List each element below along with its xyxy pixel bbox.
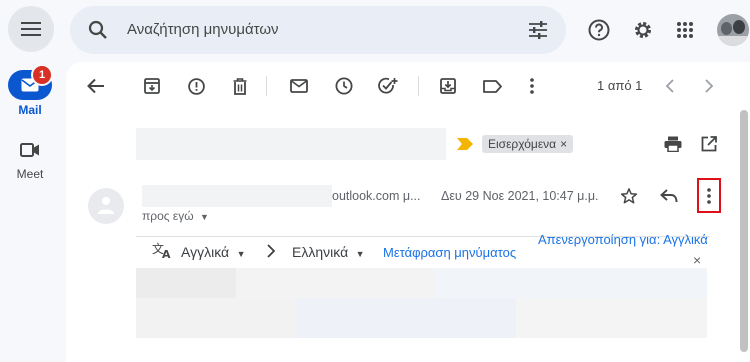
toolbar-divider (418, 76, 419, 96)
search-button[interactable] (86, 18, 110, 42)
source-language: Αγγλικά (181, 244, 230, 260)
label-chip-text: Εισερχόμενα (488, 137, 557, 151)
mail-nav-label[interactable]: Mail (0, 103, 60, 117)
scrollbar-thumb[interactable] (740, 110, 748, 352)
message-body-redacted (136, 268, 707, 338)
open-new-window-button[interactable] (698, 133, 720, 155)
print-icon (664, 136, 682, 152)
report-spam-button[interactable] (185, 75, 207, 97)
to-me-label: προς εγώ (142, 209, 194, 223)
unread-badge: 1 (31, 64, 53, 86)
chevron-right-icon (267, 244, 275, 258)
subject-redacted (136, 128, 446, 160)
inbox-label-chip[interactable]: Εισερχόμενα × (482, 135, 574, 153)
apps-button[interactable] (673, 18, 697, 42)
more-toolbar-button[interactable] (521, 75, 543, 97)
main-menu-button[interactable] (8, 6, 54, 52)
label-icon (482, 79, 502, 93)
newer-button[interactable] (658, 75, 680, 97)
target-language: Ελληνικά (292, 244, 349, 260)
reply-button[interactable] (658, 185, 680, 207)
gear-icon (635, 22, 651, 38)
recipients-toggle[interactable]: προς εγώ ▼ (142, 209, 209, 223)
person-icon (98, 197, 114, 214)
account-avatar[interactable] (717, 14, 749, 46)
pagination-count: 1 από 1 (597, 78, 643, 93)
mark-unread-button[interactable] (288, 75, 310, 97)
report-icon (187, 77, 205, 95)
search-options-button[interactable] (526, 18, 550, 42)
settings-button[interactable] (631, 18, 655, 42)
disable-translation-link[interactable]: Απενεργοποίηση για: Αγγλικά (538, 232, 708, 247)
caret-down-icon: ▼ (355, 249, 365, 259)
language-arrow (263, 242, 279, 260)
search-icon (88, 20, 107, 39)
more-vert-icon (530, 78, 534, 94)
apps-grid-icon (677, 22, 693, 38)
caret-down-icon: ▼ (236, 249, 246, 259)
archive-button[interactable] (141, 75, 163, 97)
reply-icon (660, 189, 678, 203)
source-language-select[interactable]: Αγγλικά ▼ (181, 244, 246, 262)
arrow-back-icon (87, 78, 104, 94)
add-to-tasks-button[interactable] (377, 75, 399, 97)
meet-nav-label[interactable]: Meet (0, 167, 60, 181)
delete-button[interactable] (229, 75, 251, 97)
close-icon[interactable]: × (693, 252, 701, 268)
video-camera-icon (20, 143, 39, 157)
star-button[interactable] (618, 185, 640, 207)
translate-icon: 文A (152, 241, 172, 259)
remove-label-icon[interactable]: × (560, 137, 567, 151)
sender-name-redacted (142, 185, 332, 207)
highlight-box (697, 178, 721, 213)
open-in-new-icon (701, 136, 717, 152)
back-button[interactable] (85, 75, 107, 97)
sender-email: outlook.com μ... (332, 189, 421, 203)
help-icon (588, 19, 610, 41)
trash-icon (233, 77, 247, 95)
chevron-left-icon (665, 79, 674, 93)
mail-outline-icon (290, 79, 308, 93)
add-task-icon (378, 77, 398, 94)
sender-avatar (88, 188, 124, 224)
tune-icon (529, 21, 547, 39)
archive-icon (144, 78, 160, 94)
labels-button[interactable] (481, 75, 503, 97)
support-button[interactable] (587, 18, 611, 42)
chevron-right-icon (704, 79, 713, 93)
toolbar-divider (266, 76, 267, 96)
move-to-button[interactable] (437, 75, 459, 97)
svg-text:A: A (162, 248, 171, 259)
clock-icon (335, 77, 353, 95)
print-button[interactable] (662, 133, 684, 155)
hamburger-icon (21, 22, 41, 36)
meet-nav-button[interactable] (18, 138, 42, 162)
message-date: Δευ 29 Νοε 2021, 10:47 μ.μ. (441, 189, 599, 203)
older-button[interactable] (698, 75, 720, 97)
search-input[interactable]: Αναζήτηση μηνυμάτων (127, 21, 279, 38)
move-to-inbox-icon (440, 78, 456, 94)
star-outline-icon (620, 188, 638, 204)
translate-message-link[interactable]: Μετάφραση μηνύματος (383, 245, 516, 260)
important-marker-icon[interactable] (457, 138, 473, 150)
snooze-button[interactable] (333, 75, 355, 97)
target-language-select[interactable]: Ελληνικά ▼ (292, 244, 365, 262)
caret-down-icon: ▼ (199, 212, 209, 222)
